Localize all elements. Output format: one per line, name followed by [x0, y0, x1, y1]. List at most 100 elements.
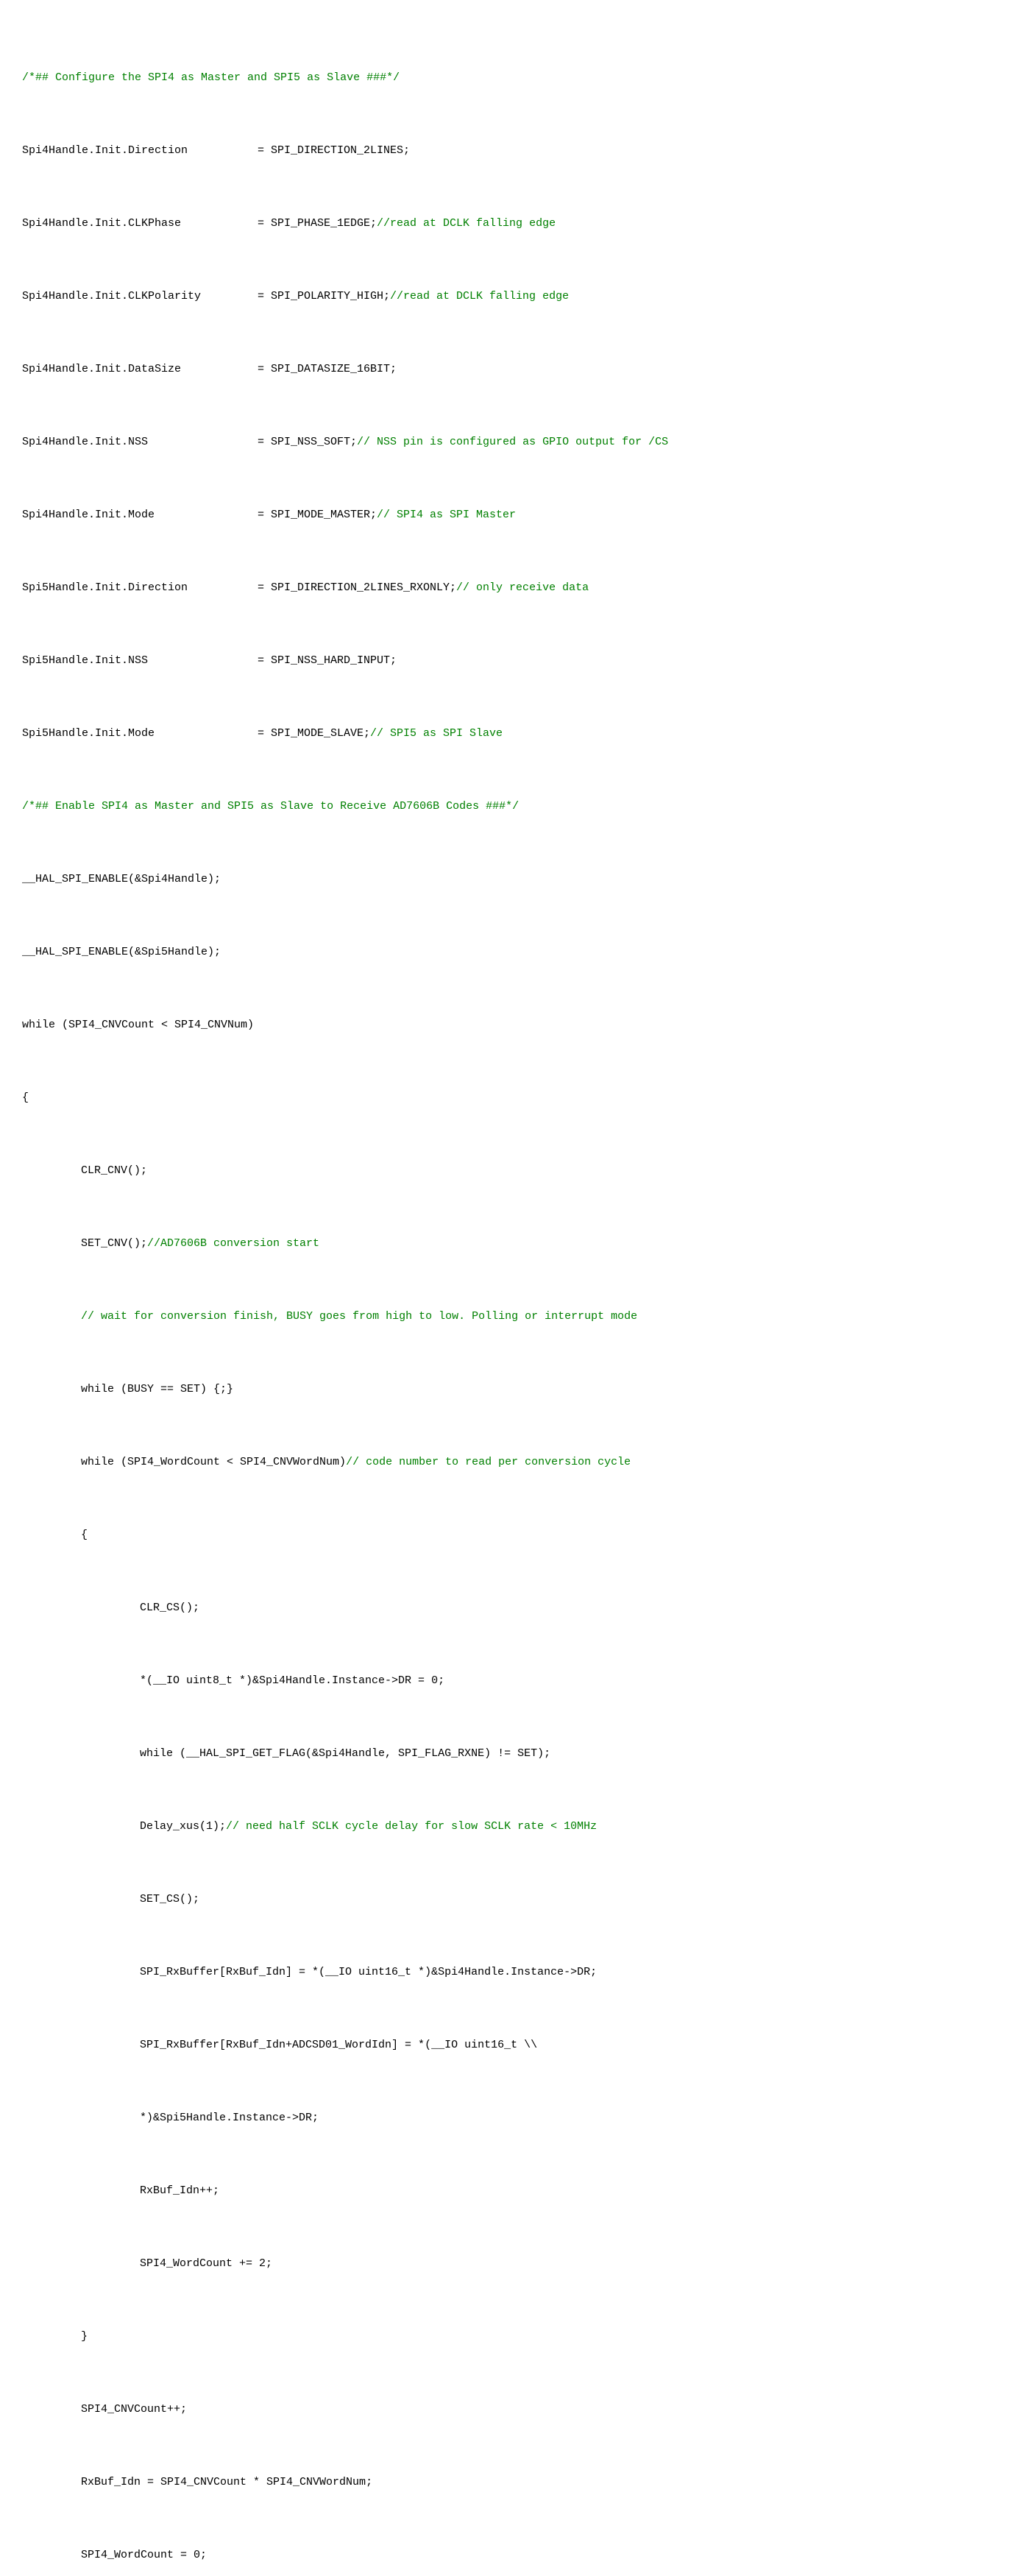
indent1 — [22, 1454, 81, 1472]
code-rxbuf-spi5-a: SPI_RxBuffer[RxBuf_Idn+ADCSD01_WordIdn] … — [140, 2037, 537, 2055]
line-comment-2: /*## Enable SPI4 as Master and SPI5 as S… — [22, 798, 1003, 816]
code-rxbuf-spi4: SPI_RxBuffer[RxBuf_Idn] = *(__IO uint16_… — [140, 1964, 597, 1982]
indent2 — [22, 2255, 140, 2274]
line-nss: Spi4Handle.Init.NSS = SPI_NSS_SOFT;// NS… — [22, 434, 1003, 452]
code-col-right: = SPI_DIRECTION_2LINES; — [258, 142, 410, 160]
code-col-right: = SPI_DATASIZE_16BIT; — [258, 361, 397, 379]
code-block: /*## Configure the SPI4 as Master and SP… — [22, 15, 1003, 2576]
line-enable-spi4: __HAL_SPI_ENABLE(&Spi4Handle); — [22, 871, 1003, 889]
code-while-busy: while (BUSY == SET) {;} — [81, 1381, 233, 1399]
indent2 — [22, 1745, 140, 1763]
line-inner-brace-open: { — [22, 1526, 1003, 1545]
comment-spi5-mode: // SPI5 as SPI Slave — [370, 725, 503, 743]
comment-clkphase: //read at DCLK falling edge — [377, 215, 556, 233]
indent2 — [22, 1891, 140, 1909]
line-inner-brace-close: } — [22, 2328, 1003, 2346]
code-inner-brace-open: { — [81, 1526, 88, 1545]
code-rxbuf-reset: RxBuf_Idn = SPI4_CNVCount * SPI4_CNVWord… — [81, 2474, 372, 2492]
indent1 — [22, 1308, 81, 1326]
code-delay: Delay_xus(1); — [140, 1818, 226, 1836]
indent2 — [22, 1672, 140, 1691]
code-enable-spi5: __HAL_SPI_ENABLE(&Spi5Handle); — [22, 944, 221, 962]
code-col-right: = SPI_NSS_SOFT; — [258, 434, 357, 452]
code-enable-spi4: __HAL_SPI_ENABLE(&Spi4Handle); — [22, 871, 221, 889]
indent1 — [22, 2401, 81, 2419]
code-col-left: Spi4Handle.Init.Direction — [22, 142, 258, 160]
line-rxbuf-reset: RxBuf_Idn = SPI4_CNVCount * SPI4_CNVWord… — [22, 2474, 1003, 2492]
line-clr-cs: CLR_CS(); — [22, 1599, 1003, 1618]
line-rxbuf-idn-inc: RxBuf_Idn++; — [22, 2182, 1003, 2201]
line-mode-master: Spi4Handle.Init.Mode = SPI_MODE_MASTER;/… — [22, 506, 1003, 525]
line-wordcount-reset: SPI4_WordCount = 0; — [22, 2547, 1003, 2565]
indent1 — [22, 2474, 81, 2492]
comment-set-cnv: //AD7606B conversion start — [147, 1235, 319, 1253]
line-rxbuf-spi5-b: *)&Spi5Handle.Instance->DR; — [22, 2109, 1003, 2128]
line-direction: Spi4Handle.Init.Direction = SPI_DIRECTIO… — [22, 142, 1003, 160]
line-spi5-direction: Spi5Handle.Init.Direction = SPI_DIRECTIO… — [22, 579, 1003, 598]
code-cnvcount-inc: SPI4_CNVCount++; — [81, 2401, 187, 2419]
code-rxbuf-spi5-b: *)&Spi5Handle.Instance->DR; — [140, 2109, 319, 2128]
line-brace-open: { — [22, 1089, 1003, 1108]
indent2 — [22, 1818, 140, 1836]
line-datasize: Spi4Handle.Init.DataSize = SPI_DATASIZE_… — [22, 361, 1003, 379]
indent2 — [22, 2109, 140, 2128]
line-io-uint8: *(__IO uint8_t *)&Spi4Handle.Instance->D… — [22, 1672, 1003, 1691]
comment-spi5-direction: // only receive data — [456, 579, 589, 598]
line-delay: Delay_xus(1);// need half SCLK cycle del… — [22, 1818, 1003, 1836]
line-wordcount-inc: SPI4_WordCount += 2; — [22, 2255, 1003, 2274]
line-set-cnv: SET_CNV();//AD7606B conversion start — [22, 1235, 1003, 1253]
line-while-outer: while (SPI4_CNVCount < SPI4_CNVNum) — [22, 1016, 1003, 1035]
code-col-left: Spi4Handle.Init.CLKPhase — [22, 215, 258, 233]
comment-wait: // wait for conversion finish, BUSY goes… — [81, 1308, 637, 1326]
line-while-inner: while (SPI4_WordCount < SPI4_CNVWordNum)… — [22, 1454, 1003, 1472]
indent1 — [22, 2328, 81, 2346]
code-col-right: = SPI_NSS_HARD_INPUT; — [258, 652, 397, 670]
code-col-left: Spi4Handle.Init.CLKPolarity — [22, 288, 258, 306]
code-col-right: = SPI_PHASE_1EDGE; — [258, 215, 377, 233]
comment-delay: // need half SCLK cycle delay for slow S… — [226, 1818, 597, 1836]
code-col-left: Spi5Handle.Init.Mode — [22, 725, 258, 743]
line-enable-spi5: __HAL_SPI_ENABLE(&Spi5Handle); — [22, 944, 1003, 962]
comment-enable: /*## Enable SPI4 as Master and SPI5 as S… — [22, 798, 519, 816]
line-rxbuf-spi5-a: SPI_RxBuffer[RxBuf_Idn+ADCSD01_WordIdn] … — [22, 2037, 1003, 2055]
code-wordcount-inc: SPI4_WordCount += 2; — [140, 2255, 272, 2274]
line-comment-wait: // wait for conversion finish, BUSY goes… — [22, 1308, 1003, 1326]
code-while-outer: while (SPI4_CNVCount < SPI4_CNVNum) — [22, 1016, 254, 1035]
indent1 — [22, 1162, 81, 1181]
comment-nss: // NSS pin is configured as GPIO output … — [357, 434, 668, 452]
code-col-left: Spi5Handle.Init.NSS — [22, 652, 258, 670]
code-col-left: Spi5Handle.Init.Direction — [22, 579, 258, 598]
code-set-cnv: SET_CNV(); — [81, 1235, 147, 1253]
indent2 — [22, 1599, 140, 1618]
code-col-right: = SPI_POLARITY_HIGH; — [258, 288, 390, 306]
code-rxbuf-idn-inc: RxBuf_Idn++; — [140, 2182, 219, 2201]
comment-configure: /*## Configure the SPI4 as Master and SP… — [22, 69, 400, 88]
line-rxbuf-spi4: SPI_RxBuffer[RxBuf_Idn] = *(__IO uint16_… — [22, 1964, 1003, 1982]
code-col-right: = SPI_DIRECTION_2LINES_RXONLY; — [258, 579, 456, 598]
indent1 — [22, 1526, 81, 1545]
line-clkphase: Spi4Handle.Init.CLKPhase = SPI_PHASE_1ED… — [22, 215, 1003, 233]
code-col-left: Spi4Handle.Init.Mode — [22, 506, 258, 525]
line-comment-1: /*## Configure the SPI4 as Master and SP… — [22, 69, 1003, 88]
line-cnvcount-inc: SPI4_CNVCount++; — [22, 2401, 1003, 2419]
indent1 — [22, 1381, 81, 1399]
indent2 — [22, 2037, 140, 2055]
code-clr-cnv: CLR_CNV(); — [81, 1162, 147, 1181]
line-clr-cnv: CLR_CNV(); — [22, 1162, 1003, 1181]
line-spi5-nss: Spi5Handle.Init.NSS = SPI_NSS_HARD_INPUT… — [22, 652, 1003, 670]
indent1 — [22, 2547, 81, 2565]
indent2 — [22, 2182, 140, 2201]
code-brace-open: { — [22, 1089, 29, 1108]
code-inner-brace-close: } — [81, 2328, 88, 2346]
line-clkpolarity: Spi4Handle.Init.CLKPolarity = SPI_POLARI… — [22, 288, 1003, 306]
comment-mode-master: // SPI4 as SPI Master — [377, 506, 516, 525]
code-col-left: Spi4Handle.Init.DataSize — [22, 361, 258, 379]
line-set-cs: SET_CS(); — [22, 1891, 1003, 1909]
code-col-right: = SPI_MODE_SLAVE; — [258, 725, 370, 743]
code-clr-cs: CLR_CS(); — [140, 1599, 199, 1618]
line-while-busy: while (BUSY == SET) {;} — [22, 1381, 1003, 1399]
code-while-inner: while (SPI4_WordCount < SPI4_CNVWordNum) — [81, 1454, 346, 1472]
comment-while-inner: // code number to read per conversion cy… — [346, 1454, 631, 1472]
code-while-flag: while (__HAL_SPI_GET_FLAG(&Spi4Handle, S… — [140, 1745, 550, 1763]
code-col-left: Spi4Handle.Init.NSS — [22, 434, 258, 452]
